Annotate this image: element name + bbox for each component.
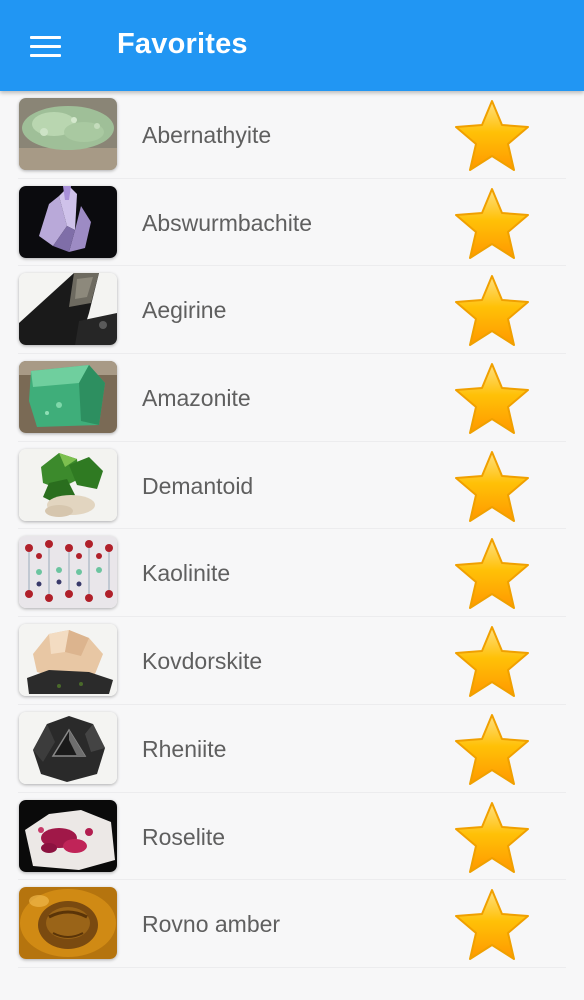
mineral-name: Kaolinite: [142, 560, 231, 587]
hamburger-menu-icon[interactable]: [18, 26, 72, 66]
mineral-name: Rheniite: [142, 735, 227, 762]
mineral-name: Roselite: [142, 823, 226, 850]
favorites-list: Abernathyite Abswurmbachite Aegirine Ama…: [0, 91, 584, 968]
page-title: Favorites: [117, 28, 248, 60]
mineral-name: Rovno amber: [142, 911, 281, 938]
mineral-thumbnail: [19, 799, 117, 872]
menu-line: [30, 54, 61, 57]
list-item[interactable]: Abernathyite: [0, 91, 584, 179]
mineral-thumbnail: [19, 448, 117, 521]
mineral-name: Kovdorskite: [142, 648, 263, 675]
mineral-thumbnail: [19, 98, 117, 170]
star-icon[interactable]: [452, 712, 532, 788]
mineral-thumbnail: [19, 361, 117, 434]
mineral-thumbnail: [19, 536, 117, 609]
menu-line: [30, 36, 61, 39]
menu-line: [30, 45, 61, 48]
star-icon[interactable]: [452, 449, 532, 525]
list-item[interactable]: Rovno amber: [0, 880, 584, 968]
app-bar: Favorites: [0, 0, 584, 91]
star-icon[interactable]: [452, 186, 532, 262]
mineral-name: Demantoid: [142, 472, 254, 499]
mineral-thumbnail: [19, 887, 117, 960]
mineral-name: Abernathyite: [142, 122, 272, 148]
mineral-name: Amazonite: [142, 385, 251, 412]
list-item[interactable]: Kaolinite: [0, 529, 584, 617]
list-item[interactable]: Kovdorskite: [0, 617, 584, 705]
star-icon[interactable]: [452, 887, 532, 963]
list-item[interactable]: Amazonite: [0, 354, 584, 442]
mineral-name: Aegirine: [142, 297, 227, 324]
star-icon[interactable]: [452, 624, 532, 700]
list-item[interactable]: Roselite: [0, 793, 584, 881]
star-icon[interactable]: [452, 361, 532, 437]
star-icon[interactable]: [452, 800, 532, 876]
mineral-thumbnail: [19, 624, 117, 697]
list-item[interactable]: Demantoid: [0, 442, 584, 530]
star-icon[interactable]: [452, 273, 532, 349]
mineral-name: Abswurmbachite: [142, 209, 313, 236]
mineral-thumbnail: [19, 185, 117, 258]
star-icon[interactable]: [452, 98, 532, 174]
list-item[interactable]: Rheniite: [0, 705, 584, 793]
list-item[interactable]: Abswurmbachite: [0, 179, 584, 267]
list-item[interactable]: Aegirine: [0, 266, 584, 354]
star-icon[interactable]: [452, 536, 532, 612]
mineral-thumbnail: [19, 711, 117, 784]
mineral-thumbnail: [19, 273, 117, 346]
